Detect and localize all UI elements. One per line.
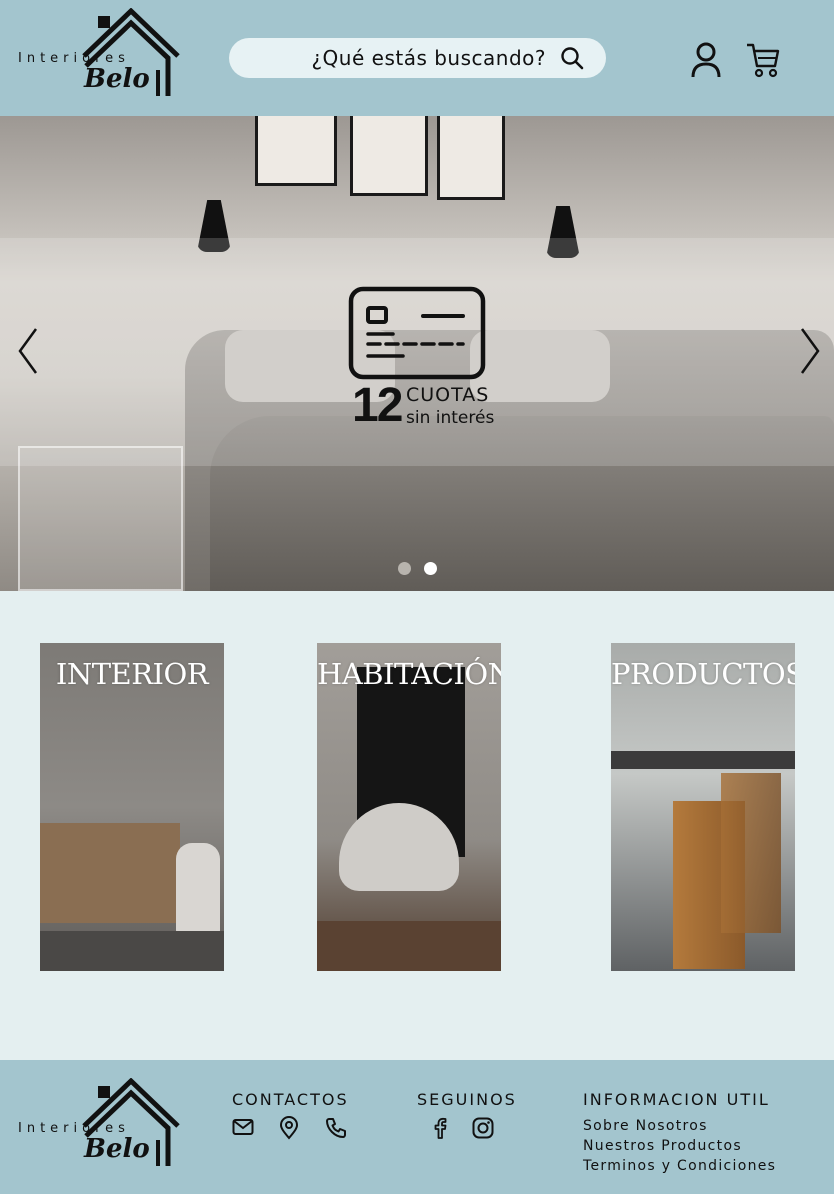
category-title: PRODUCTOS — [611, 657, 795, 691]
logo-big-text: Belo — [84, 1134, 150, 1164]
search-bar[interactable]: ¿Qué estás buscando? — [229, 38, 606, 78]
footer-link-terminos[interactable]: Terminos y Condiciones — [583, 1158, 776, 1174]
site-header: Interiores Belo ¿Qué estás buscando? — [0, 0, 834, 116]
credit-card-icon — [348, 286, 486, 380]
logo-big-text: Belo — [84, 64, 150, 94]
carousel-prev-arrow-icon[interactable] — [16, 321, 46, 381]
carousel-next-arrow-icon[interactable] — [792, 321, 822, 381]
category-card-productos[interactable]: PRODUCTOS — [611, 643, 795, 971]
promo-cuotas-label: CUOTAS — [406, 384, 490, 406]
user-icon[interactable] — [689, 41, 723, 79]
instagram-icon[interactable] — [472, 1117, 494, 1139]
phone-icon[interactable] — [325, 1117, 347, 1139]
search-icon[interactable] — [560, 46, 584, 70]
category-title: HABITACIÓN — [317, 657, 501, 691]
cart-icon[interactable] — [745, 42, 781, 80]
footer-link-nuestros-productos[interactable]: Nuestros Productos — [583, 1138, 742, 1154]
site-footer: Interiores Belo CONTACTOS SEGUINOS INFOR… — [0, 1060, 834, 1194]
search-input[interactable]: ¿Qué estás buscando? — [311, 46, 546, 70]
promo-cuotas: 12 CUOTAS sin interés — [348, 286, 508, 436]
dresser-image — [40, 823, 180, 923]
footer-seguinos-title: SEGUINOS — [417, 1090, 517, 1109]
side-table — [18, 446, 183, 591]
category-card-interior[interactable]: INTERIOR — [40, 643, 224, 971]
mail-icon[interactable] — [232, 1118, 254, 1136]
category-card-habitacion[interactable]: HABITACIÓN — [317, 643, 501, 971]
stools-image — [721, 773, 781, 933]
carousel-dot-2-active[interactable] — [424, 562, 437, 575]
wall-frame — [255, 116, 337, 186]
promo-sin-interes-label: sin interés — [406, 408, 495, 428]
category-title: INTERIOR — [55, 657, 209, 691]
footer-logo[interactable]: Interiores Belo — [18, 1078, 188, 1178]
location-icon[interactable] — [279, 1116, 299, 1140]
wood-floor-image — [317, 921, 501, 971]
facebook-icon[interactable] — [432, 1117, 448, 1139]
vase-image — [176, 843, 220, 938]
floor-image — [40, 931, 224, 971]
wall-frame — [437, 116, 505, 200]
promo-number: 12 — [352, 379, 403, 432]
site-logo[interactable]: Interiores Belo — [18, 8, 188, 108]
footer-info-title: INFORMACION UTIL — [583, 1090, 770, 1109]
table-image — [611, 751, 795, 769]
carousel-dot-1[interactable] — [398, 562, 411, 575]
hero-carousel: 12 CUOTAS sin interés — [0, 116, 834, 591]
footer-link-sobre-nosotros[interactable]: Sobre Nosotros — [583, 1118, 708, 1134]
footer-contactos-title: CONTACTOS — [232, 1090, 349, 1109]
wall-frame — [350, 116, 428, 196]
